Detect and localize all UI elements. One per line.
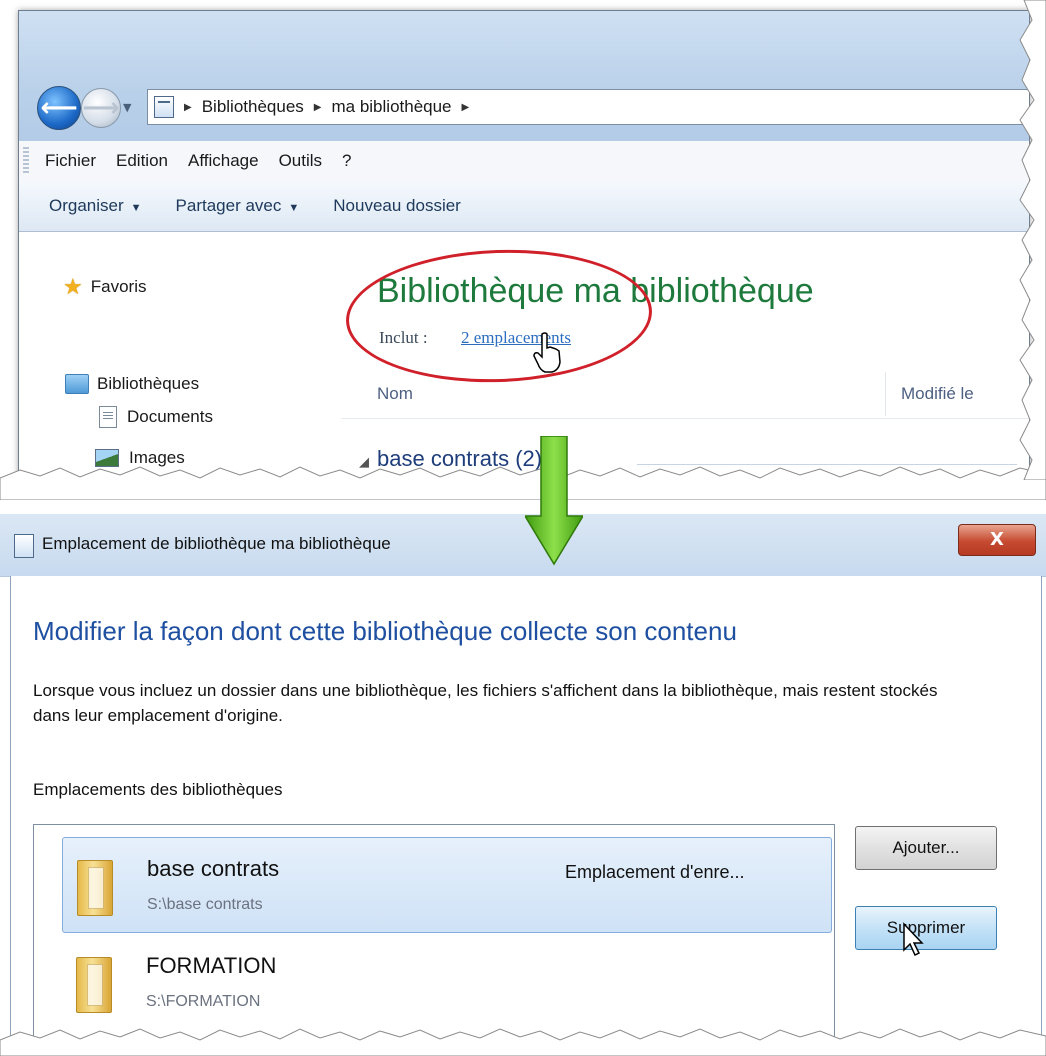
- hand-cursor-icon: [533, 332, 561, 373]
- menu-outils[interactable]: Outils: [279, 151, 322, 171]
- dialog-heading: Modifier la façon dont cette bibliothèqu…: [33, 616, 737, 646]
- star-icon: ★: [63, 274, 83, 299]
- location-path: S:\base contrats: [147, 896, 263, 913]
- torn-edge-decoration-right: [1019, 0, 1046, 480]
- library-locations-dialog: Emplacement de bibliothèque ma bibliothè…: [0, 514, 1046, 1056]
- location-name: FORMATION: [146, 953, 277, 978]
- location-item-base-contrats[interactable]: base contrats S:\base contrats Emplaceme…: [62, 837, 832, 933]
- nav-favorites-label: Favoris: [90, 277, 147, 296]
- folder-icon: [76, 957, 112, 1013]
- forward-arrow-icon: ⟶: [82, 93, 120, 123]
- locations-list-label: Emplacements des bibliothèques: [33, 780, 283, 799]
- share-button[interactable]: Partager avec ▼: [176, 196, 300, 216]
- organize-label: Organiser: [49, 196, 124, 215]
- back-arrow-icon: ⟵: [40, 93, 78, 123]
- breadcrumb-separator-icon[interactable]: ▶: [462, 102, 470, 113]
- column-header-modified[interactable]: Modifié le: [901, 384, 974, 404]
- new-folder-button[interactable]: Nouveau dossier: [333, 196, 461, 216]
- nav-item-libraries[interactable]: Bibliothèques: [65, 374, 199, 394]
- menu-grip: [23, 147, 29, 175]
- share-label: Partager avec: [175, 196, 282, 215]
- command-bar: Organiser ▼ Partager avec ▼ Nouveau dossie…: [19, 181, 1029, 232]
- add-button[interactable]: Ajouter...: [855, 826, 997, 870]
- address-bar[interactable]: ▶ Bibliothèques ▶ ma bibliothèque ▶: [147, 89, 1029, 125]
- breadcrumb-separator-icon[interactable]: ▶: [184, 102, 192, 113]
- dialog-title: Emplacement de bibliothèque ma bibliothè…: [42, 534, 391, 553]
- forward-button[interactable]: ⟶: [81, 88, 121, 128]
- chevron-down-icon: ▼: [288, 202, 300, 214]
- column-header-name[interactable]: Nom: [377, 384, 413, 404]
- explorer-window: ⟵ ⟶ ▼ ▶ Bibliothèques ▶ ma bibliothèque …: [18, 10, 1030, 480]
- dialog-title-bar[interactable]: Emplacement de bibliothèque ma bibliothè…: [0, 514, 1046, 577]
- nav-libraries-label: Bibliothèques: [97, 374, 200, 393]
- location-type: Emplacement d'enre...: [565, 862, 745, 882]
- nav-item-favorites[interactable]: ★ Favoris: [63, 274, 146, 300]
- menu-edition[interactable]: Edition: [116, 151, 168, 171]
- location-item-formation[interactable]: FORMATION S:\FORMATION: [62, 935, 830, 1029]
- breadcrumb-my-library[interactable]: ma bibliothèque: [331, 97, 451, 117]
- torn-edge-decoration-bottom: [0, 1028, 1046, 1056]
- chevron-down-icon: ▼: [130, 202, 142, 214]
- annotation-down-arrow-icon: [525, 436, 583, 566]
- breadcrumb-libraries[interactable]: Bibliothèques: [202, 97, 304, 117]
- location-name: base contrats: [147, 856, 280, 881]
- close-button[interactable]: X: [958, 524, 1036, 556]
- torn-edge-decoration: [0, 466, 1046, 500]
- history-dropdown-icon[interactable]: ▼: [123, 101, 131, 114]
- nav-item-documents[interactable]: Documents: [99, 406, 213, 428]
- dialog-description: Lorsque vous incluez un dossier dans une…: [33, 681, 938, 725]
- column-separator[interactable]: [885, 372, 886, 416]
- back-button[interactable]: ⟵: [37, 86, 81, 130]
- document-icon: [99, 406, 117, 428]
- libraries-icon: [65, 374, 89, 394]
- folder-icon: [77, 860, 113, 916]
- nav-documents-label: Documents: [127, 407, 213, 426]
- menu-help[interactable]: ?: [342, 151, 351, 171]
- menu-affichage[interactable]: Affichage: [188, 151, 259, 171]
- menu-fichier[interactable]: Fichier: [45, 151, 96, 171]
- breadcrumb-separator-icon[interactable]: ▶: [314, 102, 322, 113]
- menu-bar: Fichier Edition Affichage Outils ?: [19, 141, 1029, 182]
- arrow-cursor-icon: [903, 922, 924, 957]
- library-icon: [14, 534, 34, 558]
- dialog-body: Modifier la façon dont cette bibliothèqu…: [10, 576, 1042, 1056]
- location-path: S:\FORMATION: [146, 993, 261, 1010]
- organize-button[interactable]: Organiser ▼: [49, 196, 142, 216]
- locations-list[interactable]: base contrats S:\base contrats Emplaceme…: [33, 824, 835, 1056]
- library-icon: [154, 96, 174, 118]
